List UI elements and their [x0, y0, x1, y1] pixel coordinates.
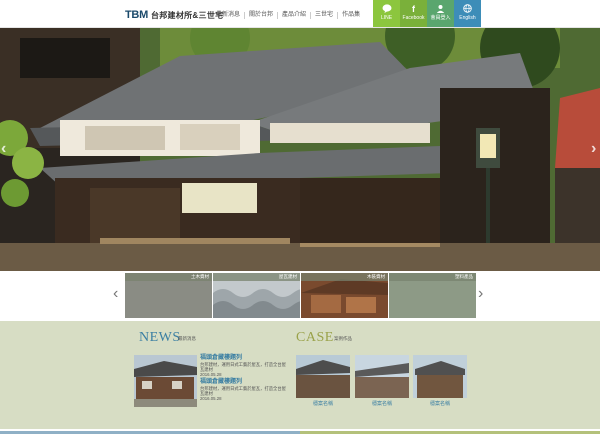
news-item-title[interactable]: 福頭倉藏樓題列	[200, 379, 288, 386]
nav-item-products[interactable]: 產品介紹	[277, 12, 310, 19]
facebook-label: Facebook	[402, 15, 425, 21]
news-item-date: 2016.05.28	[200, 372, 222, 377]
news-image[interactable]	[134, 355, 197, 407]
thumb-caption: 屋瓦建材	[213, 273, 300, 281]
hero-next-arrow[interactable]: ›	[591, 140, 596, 158]
product-thumb[interactable]: 木裝資材	[301, 273, 388, 318]
thumb-caption: 土木資材	[125, 273, 212, 281]
nav-item-portfolio[interactable]: 作品集	[337, 12, 364, 19]
line-button[interactable]: LINE	[373, 0, 400, 27]
news-item-date: 2016.05.28	[200, 396, 222, 401]
facebook-button[interactable]: f Facebook	[400, 0, 427, 27]
product-thumb[interactable]: 土木資材	[125, 273, 212, 318]
news-heading: NEWS	[139, 330, 181, 345]
logo[interactable]: TBM 台邦建材所&三世宅	[125, 9, 223, 21]
product-thumb[interactable]: 塑料產品	[389, 273, 476, 318]
thumb-caption: 塑料產品	[389, 273, 476, 281]
member-login-button[interactable]: 會員登入	[427, 0, 454, 27]
news-item-desc: 台邦建材，運用日式工藝於屋瓦，打造全台屋瓦建材	[200, 386, 286, 396]
logo-mark: TBM	[125, 9, 148, 21]
hero-image	[0, 28, 600, 271]
news-item[interactable]: 福頭倉藏樓題列 台邦建材，運用日式工藝於屋瓦，打造全台屋瓦建材 2016.05.…	[200, 355, 288, 377]
case-thumb[interactable]	[296, 355, 350, 398]
globe-icon	[454, 4, 481, 15]
case-caption[interactable]: 穩案名稱	[296, 400, 350, 407]
case-heading: CASE	[296, 330, 334, 345]
news-item-title[interactable]: 福頭倉藏樓題列	[200, 355, 288, 362]
thumb-caption: 木裝資材	[301, 273, 388, 281]
site-header: TBM 台邦建材所&三世宅 最新消息 關於台邦 產品介紹 三世宅 作品集 LIN…	[0, 0, 600, 28]
user-icon	[427, 4, 454, 15]
case-subheading: 案例作品	[334, 336, 352, 341]
english-label: English	[459, 15, 476, 21]
english-button[interactable]: English	[454, 0, 481, 27]
news-subheading: 最新消息	[178, 336, 196, 341]
hero-slider[interactable]: ‹ ›	[0, 28, 600, 271]
strip-next-arrow[interactable]: ›	[478, 285, 483, 303]
case-caption[interactable]: 穩案名稱	[355, 400, 409, 407]
case-caption[interactable]: 穩案名稱	[413, 400, 467, 407]
footer-bar	[0, 429, 600, 434]
nav-item-news[interactable]: 最新消息	[212, 12, 244, 19]
hero-prev-arrow[interactable]: ‹	[1, 140, 6, 158]
news-case-section: NEWS 最新消息 CASE 案例作品 福頭倉藏樓題列 台邦建材，運用日式工藝於…	[0, 321, 600, 434]
news-item-desc: 台邦建材，運用日式工藝於屋瓦，打造全台屋瓦建材	[200, 362, 286, 372]
line-icon	[373, 4, 400, 15]
case-thumb[interactable]	[413, 355, 467, 398]
nav-item-about[interactable]: 關於台邦	[244, 12, 277, 19]
case-thumb[interactable]	[355, 355, 409, 398]
product-thumb[interactable]: 屋瓦建材	[213, 273, 300, 318]
product-strip: ‹ 土木資材 屋瓦建材 木裝資材 塑料產品 ›	[0, 271, 600, 321]
facebook-icon: f	[412, 4, 415, 14]
strip-prev-arrow[interactable]: ‹	[113, 285, 118, 303]
member-login-label: 會員登入	[430, 15, 451, 21]
line-label: LINE	[380, 15, 393, 21]
news-item[interactable]: 福頭倉藏樓題列 台邦建材，運用日式工藝於屋瓦，打造全台屋瓦建材 2016.05.…	[200, 379, 288, 401]
main-nav: 最新消息 關於台邦 產品介紹 三世宅 作品集	[212, 12, 364, 19]
nav-item-sanshizhai[interactable]: 三世宅	[310, 12, 337, 19]
page: TBM 台邦建材所&三世宅 最新消息 關於台邦 產品介紹 三世宅 作品集 LIN…	[0, 0, 600, 434]
